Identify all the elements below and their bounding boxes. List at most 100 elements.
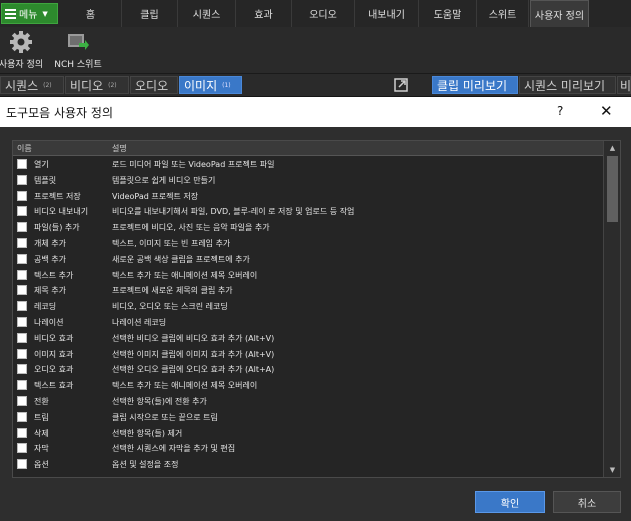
list-item[interactable]: 템플릿 템플릿으로 쉽게 비디오 만들기: [13, 173, 603, 189]
item-description: 선택한 항목(들)에 전환 추가: [112, 396, 207, 406]
item-checkbox[interactable]: [17, 159, 27, 169]
panel-tab-bar: 시퀀스 (2) 비디오 (2) 오디오 이미지 (1) 클립 미리보기 시퀀스 …: [0, 74, 631, 97]
tab-more-preview[interactable]: 비: [617, 76, 631, 94]
tab-home[interactable]: 홈: [60, 0, 122, 27]
tab-sequence-preview-label: 시퀀스 미리보기: [524, 78, 606, 93]
item-checkbox[interactable]: [17, 301, 27, 312]
list-item[interactable]: 레코딩 비디오, 오디오 또는 스크린 레코딩: [13, 299, 603, 315]
list-item[interactable]: 트림 클립 시작으로 또는 끝으로 트림: [13, 410, 603, 426]
list-item[interactable]: 비디오 효과 선택한 비디오 클립에 비디오 효과 추가 (Alt+V): [13, 331, 603, 347]
item-checkbox[interactable]: [17, 364, 27, 375]
item-name: 전환: [34, 396, 49, 406]
scroll-down-icon[interactable]: ▼: [604, 463, 620, 477]
item-checkbox[interactable]: [17, 222, 27, 233]
item-description: 텍스트 추가 또는 애니메이션 제목 오버레이: [112, 270, 258, 280]
item-checkbox[interactable]: [17, 316, 27, 327]
tab-video-panel-label: 비디오: [70, 78, 104, 93]
item-checkbox[interactable]: [17, 206, 27, 217]
item-checkbox[interactable]: [17, 190, 27, 201]
item-description: 선택한 시퀀스에 자막을 추가 및 편집: [112, 444, 236, 454]
item-description: 비디오를 내보내기해서 파일, DVD, 블루-레이 로 저장 및 업로드 등 …: [112, 207, 355, 217]
tab-help[interactable]: 도움말: [419, 0, 477, 27]
tab-clip[interactable]: 클립: [122, 0, 178, 27]
cancel-button[interactable]: 취소: [553, 491, 621, 513]
item-checkbox[interactable]: [17, 459, 27, 470]
tab-sequence-panel[interactable]: 시퀀스 (2): [0, 76, 64, 94]
tab-image-panel[interactable]: 이미지 (1): [179, 76, 242, 94]
column-header-name[interactable]: 이름: [17, 143, 32, 154]
list-item[interactable]: 제목 추가 프로젝트에 새로운 제목의 클립 추가: [13, 283, 603, 299]
item-name: 비디오 내보내기: [34, 207, 89, 217]
list-item[interactable]: 개체 추가 텍스트, 이미지 또는 빈 프레임 추가: [13, 236, 603, 252]
list-item[interactable]: 열기 로드 미디어 파일 또는 VideoPad 프로젝트 파일: [13, 157, 603, 173]
item-checkbox[interactable]: [17, 285, 27, 296]
tab-clip-preview[interactable]: 클립 미리보기: [432, 76, 518, 94]
tab-audio[interactable]: 오디오: [292, 0, 355, 27]
item-checkbox[interactable]: [17, 237, 27, 248]
help-button[interactable]: ?: [557, 104, 563, 118]
item-checkbox[interactable]: [17, 380, 27, 391]
list-item[interactable]: 나레이션 나레이션 레코딩: [13, 315, 603, 331]
list-item[interactable]: 공백 추가 새로운 공백 색상 클립을 프로젝트에 추가: [13, 252, 603, 268]
item-checkbox[interactable]: [17, 427, 27, 438]
tab-video-panel[interactable]: 비디오 (2): [65, 76, 129, 94]
undock-panel-icon[interactable]: [394, 78, 408, 92]
item-description: 비디오, 오디오 또는 스크린 레코딩: [112, 302, 228, 312]
list-item[interactable]: 삭제 선택한 항목(들) 제거: [13, 426, 603, 442]
tab-image-panel-count: (1): [222, 81, 231, 89]
item-description: 텍스트, 이미지 또는 빈 프레임 추가: [112, 238, 231, 248]
scroll-up-icon[interactable]: ▲: [604, 141, 620, 155]
tab-audio-panel-label: 오디오: [135, 78, 169, 93]
item-name: 삭제: [34, 428, 49, 438]
tab-audio-panel[interactable]: 오디오: [130, 76, 178, 94]
item-description: 나레이션 레코딩: [112, 317, 167, 327]
tab-customize[interactable]: 사용자 정의: [530, 0, 589, 27]
list-item[interactable]: 파일(들) 추가 프로젝트에 비디오, 사진 또는 음악 파일을 추가: [13, 220, 603, 236]
list-item[interactable]: 이미지 효과 선택한 이미지 클립에 이미지 효과 추가 (Alt+V): [13, 347, 603, 363]
tab-more-preview-label: 비: [620, 78, 631, 93]
item-name: 프로젝트 저장: [34, 191, 81, 201]
tab-suite[interactable]: 스위트: [477, 0, 529, 27]
item-name: 트림: [34, 412, 49, 422]
list-item[interactable]: 전환 선택한 항목(들)에 전환 추가: [13, 394, 603, 410]
column-header-description[interactable]: 설명: [112, 143, 127, 154]
item-checkbox[interactable]: [17, 253, 27, 264]
tab-sequence-preview[interactable]: 시퀀스 미리보기: [519, 76, 616, 94]
item-checkbox[interactable]: [17, 411, 27, 422]
item-name: 제목 추가: [34, 286, 66, 296]
item-name: 나레이션: [34, 317, 64, 327]
tab-effects[interactable]: 효과: [236, 0, 292, 27]
list-item[interactable]: 비디오 내보내기 비디오를 내보내기해서 파일, DVD, 블루-레이 로 저장 …: [13, 204, 603, 220]
item-description: 새로운 공백 색상 클립을 프로젝트에 추가: [112, 254, 250, 264]
list-item[interactable]: 프로젝트 저장 VideoPad 프로젝트 저장: [13, 189, 603, 205]
item-name: 텍스트 효과: [34, 381, 74, 391]
scrollbar-thumb[interactable]: [607, 156, 618, 222]
item-description: 로드 미디어 파일 또는 VideoPad 프로젝트 파일: [112, 160, 275, 169]
list-item[interactable]: 텍스트 추가 텍스트 추가 또는 애니메이션 제목 오버레이: [13, 268, 603, 284]
list-item[interactable]: 자막 선택한 시퀀스에 자막을 추가 및 편집: [13, 441, 603, 457]
chevron-down-icon: ▼: [42, 9, 48, 18]
close-icon[interactable]: ✕: [600, 102, 613, 120]
nch-suite-button[interactable]: NCH 스위트: [50, 30, 106, 70]
customize-toolbar-button[interactable]: 사용자 정의: [0, 30, 44, 70]
list-item[interactable]: 오디오 효과 선택한 오디오 클립에 오디오 효과 추가 (Alt+A): [13, 362, 603, 378]
item-checkbox[interactable]: [17, 269, 27, 280]
main-menu-button[interactable]: 메뉴 ▼: [1, 3, 58, 24]
item-checkbox[interactable]: [17, 348, 27, 359]
tab-sequence[interactable]: 시퀀스: [178, 0, 236, 27]
item-checkbox[interactable]: [17, 332, 27, 343]
tab-export[interactable]: 내보내기: [355, 0, 419, 27]
item-name: 오디오 효과: [34, 365, 74, 375]
list-item[interactable]: 옵션 옵션 및 설정을 조정: [13, 457, 603, 473]
tab-sequence-panel-count: (2): [43, 81, 52, 89]
nch-suite-icon: [68, 34, 89, 50]
item-checkbox[interactable]: [17, 174, 27, 185]
hamburger-icon: [5, 7, 16, 21]
item-description: 선택한 항목(들) 제거: [112, 428, 183, 438]
item-name: 자막: [34, 444, 49, 454]
item-checkbox[interactable]: [17, 443, 27, 454]
ok-button[interactable]: 확인: [475, 491, 545, 513]
vertical-scrollbar[interactable]: ▲ ▼: [603, 141, 620, 477]
item-checkbox[interactable]: [17, 395, 27, 406]
list-item[interactable]: 텍스트 효과 텍스트 추가 또는 애니메이션 제목 오버레이: [13, 378, 603, 394]
